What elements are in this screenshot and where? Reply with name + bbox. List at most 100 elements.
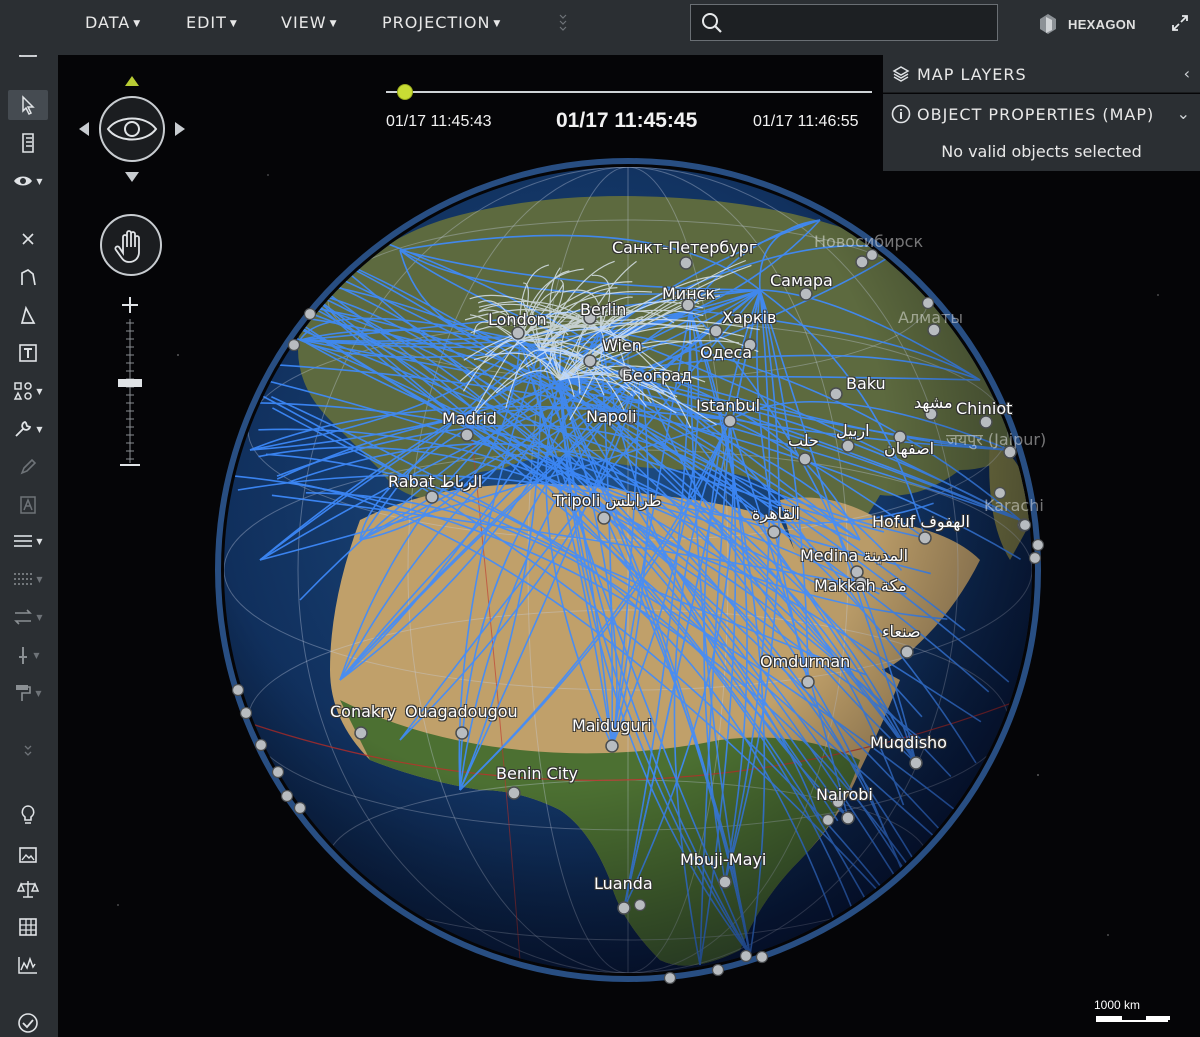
city-label[interactable]: Rabat الرباط [388,472,482,491]
airport-marker[interactable] [841,811,855,825]
airport-marker[interactable] [605,739,619,753]
airport-marker[interactable] [663,971,677,985]
expand-icon[interactable] [8,738,48,768]
city-label[interactable]: Београд [622,366,692,385]
airport-marker[interactable] [287,338,301,352]
pan-east-arrow[interactable] [175,122,185,136]
city-label[interactable]: Харків [722,308,776,327]
document-icon[interactable] [8,128,48,158]
city-label[interactable]: صنعاء [882,622,921,641]
airport-marker[interactable] [1031,538,1045,552]
map-viewport[interactable]: Санкт-Петербург Новосибирск Минск Самара Lon… [58,55,1200,1037]
polygon-icon[interactable] [8,300,48,330]
pin-icon[interactable]: ▼ [8,640,48,670]
city-label[interactable]: Makkah مكة [814,576,907,595]
city-label[interactable]: Maiduguri [572,716,652,735]
city-label[interactable]: Berlin [580,300,626,319]
city-label[interactable]: Hofuf الهفوف [872,512,970,531]
scales-icon[interactable] [8,874,48,904]
airport-marker[interactable] [709,324,723,338]
object-properties-panel[interactable]: OBJECT PROPERTIES (MAP) ⌄ No valid objec… [883,94,1200,171]
swap-icon[interactable]: ▼ [8,602,48,632]
airport-marker[interactable] [617,901,631,915]
navigation-compass[interactable] [76,73,188,189]
city-label[interactable]: Минск [662,284,715,303]
airport-marker[interactable] [1028,551,1042,565]
city-label[interactable]: Madrid [442,409,497,428]
zoom-handle[interactable] [118,379,142,387]
airport-marker[interactable] [855,255,869,269]
city-label[interactable]: Omdurman [760,652,850,671]
more-menu-icon[interactable] [557,12,569,40]
city-label[interactable]: حلب [788,431,819,450]
city-label[interactable]: Baku [846,374,886,393]
airport-marker[interactable] [821,813,835,827]
airport-marker[interactable] [354,726,368,740]
city-label[interactable]: اصفهان [884,439,934,458]
wrench-icon[interactable]: ▼ [8,414,48,444]
airport-marker[interactable] [303,307,317,321]
paint-roller-icon[interactable]: ▼ [8,678,48,708]
city-label[interactable]: اربيل [836,421,870,440]
eye-icon[interactable]: ▼ [8,166,48,196]
city-label[interactable]: Napoli [586,407,637,426]
airport-marker[interactable] [865,248,879,262]
airport-marker[interactable] [918,531,932,545]
fullscreen-icon[interactable] [1170,13,1190,37]
airport-marker[interactable] [723,414,737,428]
airport-marker[interactable] [801,675,815,689]
chevron-left-icon[interactable]: ‹ [1184,64,1190,83]
city-label[interactable]: مشهد [914,393,953,412]
city-label[interactable]: Одеса [700,343,752,362]
menu-data[interactable]: DATA ▼ [85,13,141,32]
airport-marker[interactable] [718,875,732,889]
city-label[interactable]: London [488,310,547,329]
city-label[interactable]: Benin City [496,764,578,783]
pan-hand-button[interactable] [99,213,163,281]
city-label[interactable]: Алматы [898,308,963,327]
city-label[interactable]: Самара [770,271,833,290]
airport-marker[interactable] [254,738,268,752]
search-input[interactable] [731,11,991,35]
city-label[interactable]: Ouagadougou [405,702,518,721]
timeline-track[interactable] [386,91,872,93]
close-x-icon[interactable] [8,224,48,254]
airport-marker[interactable] [798,452,812,466]
select-arrow-icon[interactable] [8,90,48,120]
picture-icon[interactable] [8,840,48,870]
airport-marker[interactable] [507,786,521,800]
text-tool-icon[interactable] [8,338,48,368]
city-label[interactable]: जयपुर (Jaipur) [946,428,1046,450]
airport-marker[interactable] [239,706,253,720]
airport-marker[interactable] [280,789,294,803]
airport-marker[interactable] [755,950,769,964]
polyline-icon[interactable] [8,262,48,292]
city-label[interactable]: Muqdisho [870,733,947,752]
airport-marker[interactable] [425,490,439,504]
city-label[interactable]: Nairobi [816,785,873,804]
check-circle-icon[interactable] [8,1008,48,1037]
airport-marker[interactable] [1018,518,1032,532]
airport-marker[interactable] [455,726,469,740]
city-label[interactable]: Новосибирск [814,232,923,251]
zoom-in-icon[interactable] [122,297,138,313]
airport-marker[interactable] [231,683,245,697]
map-layers-panel[interactable]: MAP LAYERS ‹ [883,55,1200,93]
airport-marker[interactable] [293,801,307,815]
airport-marker[interactable] [583,354,597,368]
city-label[interactable]: Mbuji-Mayi [680,850,766,869]
menu-projection[interactable]: PROJECTION ▼ [382,13,501,32]
pan-south-arrow[interactable] [125,172,139,182]
city-label[interactable]: Conakry [330,702,396,721]
airport-marker[interactable] [900,645,914,659]
airport-marker[interactable] [841,439,855,453]
line-style-icon[interactable]: ▼ [8,526,48,556]
pan-west-arrow[interactable] [79,122,89,136]
airport-marker[interactable] [597,511,611,525]
city-label[interactable]: القاهرة [752,504,800,523]
city-label[interactable]: Chiniot [956,399,1012,418]
city-label[interactable]: Karachi [984,496,1044,515]
pan-north-arrow[interactable] [125,76,139,86]
airport-marker[interactable] [921,296,935,310]
zoom-slider[interactable] [116,293,144,477]
